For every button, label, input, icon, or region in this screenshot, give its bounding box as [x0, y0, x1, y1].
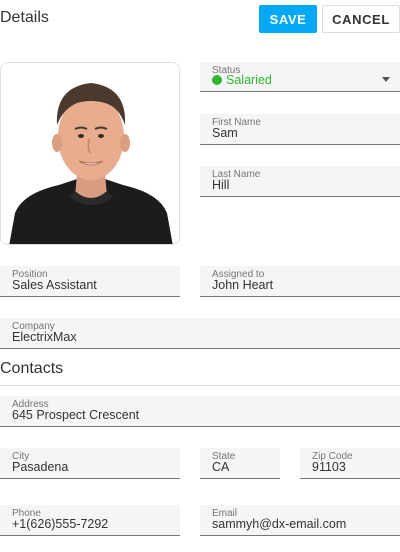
- email-value: sammyh@dx-email.com: [212, 517, 347, 531]
- state-field[interactable]: State CA: [200, 448, 280, 479]
- company-field[interactable]: Company ElectrixMax: [0, 318, 400, 349]
- position-field[interactable]: Position Sales Assistant: [0, 266, 180, 297]
- cancel-button[interactable]: CANCEL: [322, 5, 400, 33]
- phone-field[interactable]: Phone +1(626)555-7292: [0, 505, 180, 536]
- save-button[interactable]: SAVE: [259, 5, 317, 33]
- city-value: Pasadena: [12, 460, 69, 474]
- city-field[interactable]: City Pasadena: [0, 448, 180, 479]
- company-value: ElectrixMax: [12, 330, 77, 344]
- zip-code-value: 91103: [312, 460, 346, 474]
- status-dot-icon: [212, 75, 222, 85]
- address-field[interactable]: Address 645 Prospect Crescent: [0, 396, 400, 427]
- status-value: Salaried: [212, 73, 272, 87]
- zip-code-field[interactable]: Zip Code 91103: [300, 448, 400, 479]
- employee-photo: [0, 62, 180, 245]
- assigned-to-value: John Heart: [212, 278, 274, 292]
- email-field[interactable]: Email sammyh@dx-email.com: [200, 505, 400, 536]
- first-name-field[interactable]: First Name Sam: [200, 114, 400, 145]
- assigned-to-field[interactable]: Assigned to John Heart: [200, 266, 400, 297]
- address-value: 645 Prospect Crescent: [12, 408, 140, 422]
- last-name-value: Hill: [212, 178, 230, 192]
- chevron-down-icon[interactable]: [382, 77, 390, 82]
- person-photo-icon: [1, 63, 179, 244]
- last-name-field[interactable]: Last Name Hill: [200, 166, 400, 197]
- contacts-heading: Contacts: [0, 360, 64, 377]
- state-value: CA: [212, 460, 230, 474]
- phone-value: +1(626)555-7292: [12, 517, 109, 531]
- section-divider: [0, 385, 400, 386]
- status-select[interactable]: Status Salaried: [200, 62, 400, 92]
- page-title: Details: [0, 9, 49, 26]
- position-value: Sales Assistant: [12, 278, 97, 292]
- first-name-value: Sam: [212, 126, 238, 140]
